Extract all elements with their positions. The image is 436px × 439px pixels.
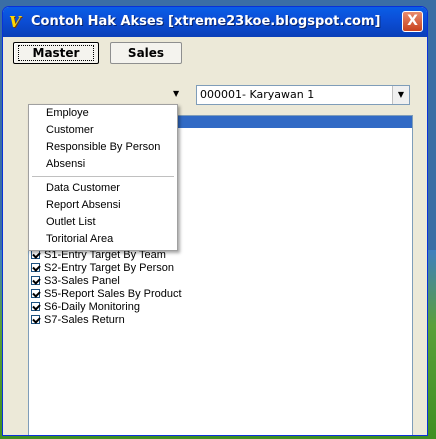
master-dropdown-menu: Employe Customer Responsible By Person Abse… (28, 104, 178, 251)
employee-select-value: 000001- Karyawan 1 (200, 88, 315, 101)
permission-label: S6-Daily Monitoring (44, 300, 140, 313)
app-window: V Contoh Hak Akses [xtreme23koe.blogspot… (2, 6, 428, 436)
menu-item-toritorial-area[interactable]: Toritorial Area (46, 232, 113, 247)
menu-item-responsible-by-person[interactable]: Responsible By Person (46, 140, 160, 155)
employee-select[interactable]: 000001- Karyawan 1 ▼ (196, 85, 410, 105)
permission-checkbox[interactable] (31, 276, 40, 285)
permission-label: S5-Report Sales By Product (44, 287, 182, 300)
chevron-down-icon[interactable]: ▼ (392, 86, 409, 104)
menu-item-data-customer[interactable]: Data Customer (46, 181, 120, 196)
list-item[interactable]: S2-Entry Target By Person (31, 261, 182, 274)
list-item[interactable]: S7-Sales Return (31, 313, 182, 326)
menu-item-absensi[interactable]: Absensi (46, 157, 85, 172)
permission-checkbox[interactable] (31, 263, 40, 272)
menu-item-report-absensi[interactable]: Report Absensi (46, 198, 121, 213)
permission-checkbox[interactable] (31, 289, 40, 298)
master-button[interactable]: Master (13, 42, 99, 64)
close-button[interactable]: X (402, 11, 423, 32)
menu-item-employe[interactable]: Employe (46, 106, 89, 121)
permission-label: S2-Entry Target By Person (44, 261, 175, 274)
permission-label: S3-Sales Panel (44, 274, 120, 287)
menu-separator (32, 176, 174, 177)
sales-button[interactable]: Sales (110, 42, 182, 64)
menu-item-customer[interactable]: Customer (46, 123, 94, 138)
permission-checkbox[interactable] (31, 250, 40, 259)
master-button-label: Master (17, 45, 95, 61)
list-item[interactable]: S6-Daily Monitoring (31, 300, 182, 313)
list-item[interactable]: S3-Sales Panel (31, 274, 182, 287)
permission-label: S7-Sales Return (44, 313, 125, 326)
permission-checkbox[interactable] (31, 315, 40, 324)
title-bar[interactable]: V Contoh Hak Akses [xtreme23koe.blogspot… (3, 7, 427, 37)
window-body: Master Sales ▼ 000001- Karyawan 1 ▼ M8-T… (3, 37, 427, 435)
menu-item-outlet-list[interactable]: Outlet List (46, 215, 96, 230)
window-title: Contoh Hak Akses [xtreme23koe.blogspot.c… (31, 14, 381, 29)
list-item[interactable]: S5-Report Sales By Product (31, 287, 182, 300)
permission-checkbox[interactable] (31, 302, 40, 311)
app-logo-icon: V (9, 13, 21, 31)
dropdown-arrow-icon[interactable]: ▼ (173, 89, 179, 98)
